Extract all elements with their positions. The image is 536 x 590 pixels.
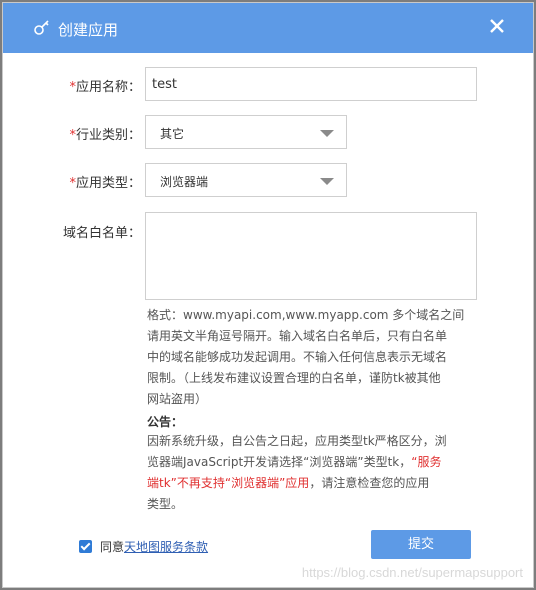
industry-label: *行业类别： (69, 128, 141, 143)
agree-checkbox[interactable] (79, 540, 92, 553)
chevron-down-icon (320, 178, 334, 185)
industry-select[interactable]: 其它 (145, 115, 347, 149)
dialog-title: 创建应用 (58, 21, 119, 39)
submit-button[interactable]: 提交 (371, 530, 471, 559)
agreement-row: 同意 天地图服务条款 (79, 538, 208, 555)
chevron-down-icon (320, 130, 334, 137)
create-app-dialog: 创建应用 *应用名称： *行业类别： 其它 *应用类型： 浏览器端 域名白名单：… (2, 2, 534, 588)
industry-selected-value: 其它 (160, 127, 185, 141)
terms-link[interactable]: 天地图服务条款 (124, 538, 208, 555)
notice-title: 公告： (147, 415, 184, 429)
notice-text: 因新系统升级，自公告之日起，应用类型tk严格区分，浏 览器端JavaScript… (147, 434, 447, 511)
whitelist-help-text: 格式：www.myapi.com,www.myapp.com 多个域名之间 请用… (147, 308, 465, 406)
watermark-text: https://blog.csdn.net/supermapsupport (301, 565, 523, 580)
whitelist-textarea[interactable] (145, 212, 477, 300)
app-type-selected-value: 浏览器端 (160, 175, 209, 189)
key-icon (34, 20, 49, 35)
whitelist-label: 域名白名单： (62, 226, 141, 241)
app-name-label: *应用名称： (69, 80, 141, 95)
close-icon[interactable] (486, 15, 508, 37)
app-type-select[interactable]: 浏览器端 (145, 163, 347, 197)
dialog-header: 创建应用 (3, 3, 533, 53)
app-name-input[interactable] (145, 67, 477, 101)
app-type-label: *应用类型： (69, 176, 141, 191)
